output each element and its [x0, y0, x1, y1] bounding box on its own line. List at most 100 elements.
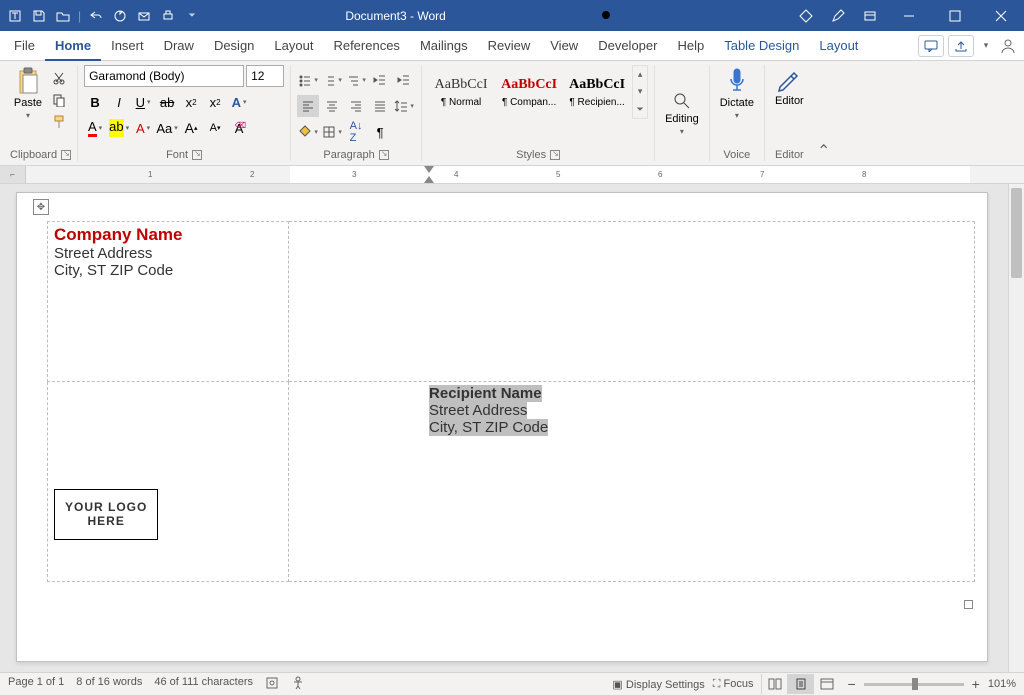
tab-layout[interactable]: Layout	[264, 31, 323, 61]
table-move-handle[interactable]: ✥	[33, 199, 49, 215]
autosave-icon[interactable]	[6, 7, 24, 25]
strikethrough-button[interactable]: ab	[156, 91, 178, 113]
zoom-level[interactable]: 101%	[988, 678, 1016, 690]
tab-help[interactable]: Help	[667, 31, 714, 61]
bold-button[interactable]: B	[84, 91, 106, 113]
logo-placeholder[interactable]: YOUR LOGO HERE	[54, 489, 158, 540]
redo-icon[interactable]	[111, 7, 129, 25]
cell-empty-top[interactable]	[289, 222, 975, 382]
styles-dialog-launcher[interactable]	[550, 150, 560, 160]
underline-button[interactable]: U	[132, 91, 154, 113]
minimize-button[interactable]	[886, 0, 932, 31]
pen-icon[interactable]	[822, 7, 854, 25]
recipient-street[interactable]: Street Address	[429, 402, 527, 419]
ribbon-display-icon[interactable]	[854, 7, 886, 25]
dictate-button[interactable]: Dictate ▾	[716, 65, 758, 122]
tab-references[interactable]: References	[323, 31, 409, 61]
style-company[interactable]: AaBbCcI¶ Compan...	[496, 65, 562, 119]
format-painter-icon[interactable]	[50, 113, 68, 131]
show-marks-button[interactable]: ¶	[369, 121, 391, 143]
italic-button[interactable]: I	[108, 91, 130, 113]
grow-font-button[interactable]: A▴	[180, 117, 202, 139]
focus-button[interactable]: ⛶ Focus	[713, 678, 754, 691]
tab-developer[interactable]: Developer	[588, 31, 667, 61]
open-icon[interactable]	[54, 7, 72, 25]
font-size-combo[interactable]	[246, 65, 284, 87]
web-layout-button[interactable]	[813, 674, 839, 694]
justify-button[interactable]	[369, 95, 391, 117]
cell-logo[interactable]: YOUR LOGO HERE	[48, 382, 289, 582]
increase-indent-button[interactable]	[393, 69, 415, 91]
company-csz[interactable]: City, ST ZIP Code	[54, 262, 282, 279]
tab-insert[interactable]: Insert	[101, 31, 154, 61]
align-right-button[interactable]	[345, 95, 367, 117]
status-accessibility-icon[interactable]	[291, 676, 305, 693]
line-spacing-button[interactable]	[393, 95, 415, 117]
bullets-button[interactable]	[297, 69, 319, 91]
zoom-slider[interactable]	[864, 683, 964, 686]
clipboard-dialog-launcher[interactable]	[61, 150, 71, 160]
highlight-button[interactable]: ab	[108, 117, 130, 139]
share-dropdown[interactable]: ▾	[978, 35, 994, 57]
indent-marker-top[interactable]	[424, 166, 434, 173]
cell-company[interactable]: Company Name Street Address City, ST ZIP…	[48, 222, 289, 382]
display-settings-button[interactable]: ▣ Display Settings	[612, 678, 704, 691]
styles-gallery-more[interactable]: ▴▾⏷	[632, 65, 648, 119]
decrease-indent-button[interactable]	[369, 69, 391, 91]
text-effects-button[interactable]: A	[228, 91, 250, 113]
collapse-ribbon-icon[interactable]: ⌃	[814, 65, 834, 161]
editor-button[interactable]: Editor	[771, 65, 808, 109]
editing-button[interactable]: Editing ▾	[661, 89, 703, 138]
vertical-scrollbar[interactable]	[1008, 184, 1024, 672]
shrink-font-button[interactable]: A▾	[204, 117, 226, 139]
undo-icon[interactable]	[87, 7, 105, 25]
status-words[interactable]: 8 of 16 words	[76, 676, 142, 693]
tab-file[interactable]: File	[4, 31, 45, 61]
close-button[interactable]	[978, 0, 1024, 31]
zoom-in-button[interactable]: +	[972, 676, 980, 692]
search-icon[interactable]	[584, 7, 630, 25]
recipient-csz[interactable]: City, ST ZIP Code	[429, 419, 548, 436]
superscript-button[interactable]: x2	[204, 91, 226, 113]
cut-icon[interactable]	[50, 69, 68, 87]
horizontal-ruler[interactable]: ⌐ 1 2 3 4 5 6 7 8	[0, 166, 1024, 184]
sort-button[interactable]: A↓Z	[345, 121, 367, 143]
shading-button[interactable]	[297, 121, 319, 143]
indent-marker-bottom[interactable]	[424, 176, 434, 183]
status-page[interactable]: Page 1 of 1	[8, 676, 64, 693]
copy-icon[interactable]	[50, 91, 68, 109]
scrollbar-thumb[interactable]	[1011, 188, 1022, 278]
share-icon[interactable]	[948, 35, 974, 57]
paste-button[interactable]: Paste ▾	[10, 65, 46, 131]
table-resize-handle[interactable]	[964, 600, 973, 609]
status-macro-icon[interactable]	[265, 676, 279, 693]
tab-table-design[interactable]: Table Design	[714, 31, 809, 61]
recipient-name[interactable]: Recipient Name	[429, 385, 542, 402]
clear-format-button[interactable]: A⌫	[228, 117, 250, 139]
print-layout-button[interactable]	[787, 674, 813, 694]
print-icon[interactable]	[159, 7, 177, 25]
maximize-button[interactable]	[932, 0, 978, 31]
tab-mailings[interactable]: Mailings	[410, 31, 478, 61]
document-table[interactable]: Company Name Street Address City, ST ZIP…	[47, 221, 975, 582]
tab-view[interactable]: View	[540, 31, 588, 61]
tab-context-layout[interactable]: Layout	[809, 31, 868, 61]
comments-icon[interactable]	[918, 35, 944, 57]
mail-icon[interactable]	[135, 7, 153, 25]
company-street[interactable]: Street Address	[54, 245, 282, 262]
zoom-out-button[interactable]: −	[847, 676, 855, 692]
account-icon[interactable]	[998, 35, 1018, 57]
subscript-button[interactable]: x2	[180, 91, 202, 113]
font-dialog-launcher[interactable]	[192, 150, 202, 160]
style-recipient[interactable]: AaBbCcI¶ Recipien...	[564, 65, 630, 119]
cell-recipient[interactable]: Recipient Name Street Address City, ST Z…	[289, 382, 975, 582]
status-chars[interactable]: 46 of 111 characters	[154, 676, 253, 693]
document-canvas[interactable]: ✥ Company Name Street Address City, ST Z…	[0, 184, 1024, 672]
style-normal[interactable]: AaBbCcI¶ Normal	[428, 65, 494, 119]
font-color-button[interactable]: A	[84, 117, 106, 139]
company-name-text[interactable]: Company Name	[54, 225, 282, 245]
paragraph-dialog-launcher[interactable]	[379, 150, 389, 160]
align-center-button[interactable]	[321, 95, 343, 117]
tab-design[interactable]: Design	[204, 31, 264, 61]
qat-more-icon[interactable]: ⏷	[183, 7, 201, 25]
